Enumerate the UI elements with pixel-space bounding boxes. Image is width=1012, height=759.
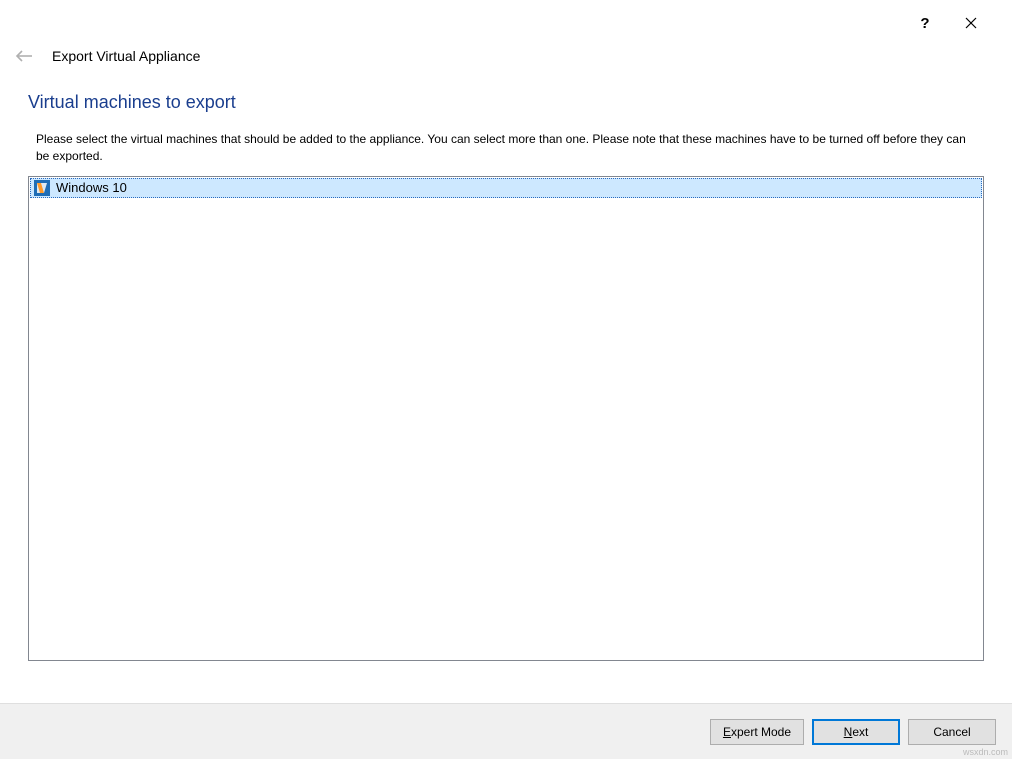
virtualbox-icon [34, 180, 50, 196]
next-button[interactable]: Next [812, 719, 900, 745]
list-item[interactable]: Windows 10 [30, 178, 982, 198]
help-button[interactable]: ? [902, 8, 948, 38]
vm-name: Windows 10 [56, 180, 127, 195]
wizard-title: Export Virtual Appliance [52, 48, 200, 64]
instruction-text: Please select the virtual machines that … [28, 131, 984, 166]
expert-mode-label-rest: xpert Mode [731, 725, 791, 739]
cancel-button[interactable]: Cancel [908, 719, 996, 745]
arrow-left-icon [15, 49, 33, 63]
next-label-rest: ext [852, 725, 868, 739]
button-bar: Expert Mode Next Cancel [0, 703, 1012, 759]
wizard-content: Virtual machines to export Please select… [0, 92, 1012, 661]
page-heading: Virtual machines to export [28, 92, 984, 113]
expert-mode-button[interactable]: Expert Mode [710, 719, 804, 745]
wizard-header: Export Virtual Appliance [0, 42, 1012, 82]
vm-listbox[interactable]: Windows 10 [28, 176, 984, 661]
expert-mode-mnemonic: E [723, 725, 731, 739]
close-button[interactable] [948, 8, 994, 38]
back-button[interactable] [14, 49, 34, 63]
close-icon [965, 17, 977, 29]
titlebar: ? [0, 0, 1012, 42]
cancel-label: Cancel [933, 725, 970, 739]
